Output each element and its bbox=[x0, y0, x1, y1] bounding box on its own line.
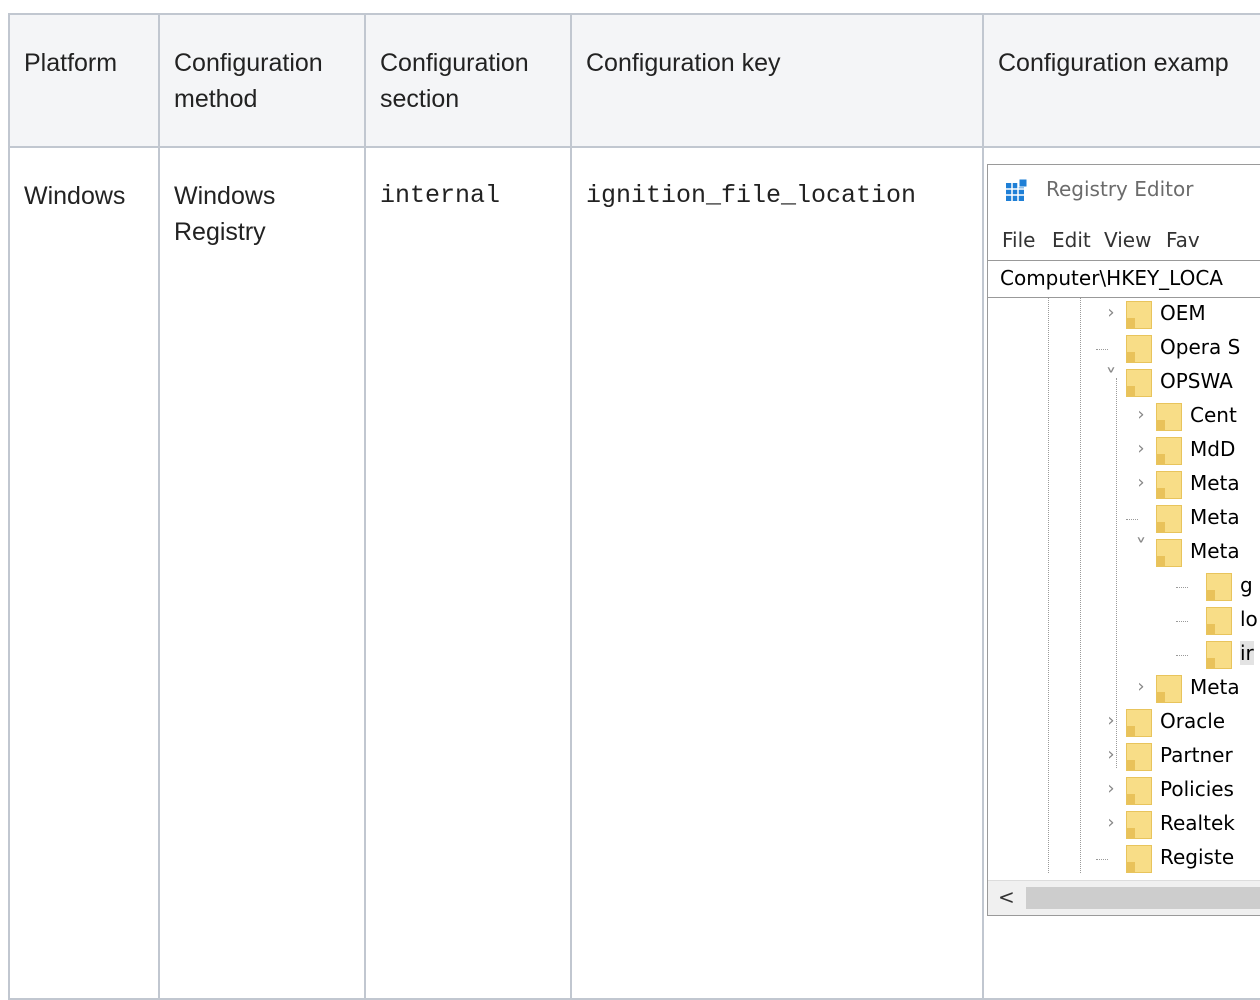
registry-title-bar: Registry Editor bbox=[988, 165, 1260, 213]
folder-icon bbox=[1126, 743, 1152, 771]
tree-item-label: Meta bbox=[1190, 471, 1240, 495]
folder-icon bbox=[1126, 709, 1152, 737]
chevron-right-icon[interactable]: › bbox=[1104, 812, 1118, 833]
folder-icon bbox=[1156, 505, 1182, 533]
chevron-right-icon[interactable]: › bbox=[1104, 710, 1118, 731]
tree-item[interactable]: › Realtek bbox=[988, 808, 1260, 842]
header-platform: Platform bbox=[8, 13, 160, 148]
folder-icon bbox=[1126, 335, 1152, 363]
folder-icon bbox=[1126, 301, 1152, 329]
tree-item[interactable]: › OEM bbox=[988, 298, 1260, 332]
folder-icon bbox=[1206, 607, 1232, 635]
scroll-thumb[interactable] bbox=[1026, 887, 1260, 909]
table-header-row: Platform Configuration method Configurat… bbox=[8, 13, 1260, 148]
tree-branch-line bbox=[1176, 655, 1188, 656]
menu-file[interactable]: File bbox=[1002, 228, 1035, 252]
tree-item-label: Registe bbox=[1160, 845, 1235, 869]
tree-item-label: Oracle bbox=[1160, 709, 1226, 733]
cell-platform: Windows bbox=[8, 146, 160, 1000]
registry-title: Registry Editor bbox=[1046, 177, 1194, 201]
tree-branch-line bbox=[1096, 859, 1108, 860]
folder-icon bbox=[1156, 437, 1182, 465]
tree-item[interactable]: Opera S bbox=[988, 332, 1260, 366]
chevron-down-icon[interactable]: ˅ bbox=[1104, 366, 1118, 391]
chevron-right-icon[interactable]: › bbox=[1104, 302, 1118, 323]
tree-item[interactable]: › Meta bbox=[988, 468, 1260, 502]
tree-item-label: Opera S bbox=[1160, 335, 1241, 359]
chevron-down-icon[interactable]: ˅ bbox=[1134, 536, 1148, 561]
folder-icon bbox=[1126, 811, 1152, 839]
menu-edit[interactable]: Edit bbox=[1052, 228, 1091, 252]
tree-item-label: lo bbox=[1240, 607, 1258, 631]
tree-item-label: Cent bbox=[1190, 403, 1237, 427]
address-text: Computer\HKEY_LOCA bbox=[1000, 266, 1223, 290]
tree-item[interactable]: lo bbox=[988, 604, 1260, 638]
tree-item[interactable]: › MdD bbox=[988, 434, 1260, 468]
tree-branch-line bbox=[1096, 349, 1108, 350]
tree-item[interactable]: › Cent bbox=[988, 400, 1260, 434]
cell-section: internal bbox=[364, 146, 572, 1000]
tree-branch-line bbox=[1176, 621, 1188, 622]
tree-item[interactable]: › Policies bbox=[988, 774, 1260, 808]
folder-icon bbox=[1126, 777, 1152, 805]
tree-item[interactable]: Meta bbox=[988, 502, 1260, 536]
cell-key: ignition_file_location bbox=[570, 146, 984, 1000]
tree-item[interactable]: g bbox=[988, 570, 1260, 604]
folder-icon bbox=[1126, 369, 1152, 397]
tree-item[interactable]: › Partner bbox=[988, 740, 1260, 774]
chevron-right-icon[interactable]: › bbox=[1104, 778, 1118, 799]
registry-address-bar[interactable]: Computer\HKEY_LOCA bbox=[988, 260, 1260, 298]
header-configuration-method: Configuration method bbox=[158, 13, 366, 148]
menu-view[interactable]: View bbox=[1104, 228, 1151, 252]
tree-item-label: g bbox=[1240, 573, 1253, 597]
tree-item[interactable]: Registe bbox=[988, 842, 1260, 876]
registry-editor-icon bbox=[1006, 179, 1028, 201]
tree-item-label: Policies bbox=[1160, 777, 1234, 801]
tree-branch-line bbox=[1176, 587, 1188, 588]
folder-icon bbox=[1156, 539, 1182, 567]
tree-item-label: OPSWA bbox=[1160, 369, 1233, 393]
tree-item-label: Realtek bbox=[1160, 811, 1235, 835]
folder-icon bbox=[1156, 403, 1182, 431]
folder-icon bbox=[1206, 573, 1232, 601]
tree-item[interactable]: ir bbox=[988, 638, 1260, 672]
horizontal-scrollbar[interactable]: < bbox=[988, 880, 1260, 915]
tree-item[interactable]: › Oracle bbox=[988, 706, 1260, 740]
header-configuration-key: Configuration key bbox=[570, 13, 984, 148]
tree-item-label: Meta bbox=[1190, 539, 1240, 563]
tree-item-label: MdD bbox=[1190, 437, 1236, 461]
folder-icon bbox=[1156, 675, 1182, 703]
menu-favorites[interactable]: Fav bbox=[1166, 228, 1200, 252]
registry-tree: › OEM Opera S ˅ OPSWA › Cent › MdD › Meta Meta ˅ Meta… bbox=[988, 298, 1260, 873]
tree-item[interactable]: ˅ OPSWA bbox=[988, 366, 1260, 400]
tree-item-label: OEM bbox=[1160, 301, 1206, 325]
tree-item-label: Meta bbox=[1190, 505, 1240, 529]
tree-item-label: Partner bbox=[1160, 743, 1233, 767]
clipped-top-text bbox=[0, 0, 1260, 14]
folder-icon bbox=[1126, 845, 1152, 873]
tree-item-label: Meta bbox=[1190, 675, 1240, 699]
header-configuration-example: Configuration examp bbox=[982, 13, 1260, 148]
registry-menu-bar: File Edit View Fav bbox=[988, 220, 1260, 260]
registry-editor-screenshot: Registry Editor File Edit View Fav Compu… bbox=[987, 164, 1260, 916]
chevron-right-icon[interactable]: › bbox=[1134, 438, 1148, 459]
tree-branch-line bbox=[1126, 519, 1138, 520]
tree-item[interactable]: › Meta bbox=[988, 672, 1260, 706]
folder-icon bbox=[1206, 641, 1232, 669]
chevron-right-icon[interactable]: › bbox=[1134, 472, 1148, 493]
chevron-right-icon[interactable]: › bbox=[1134, 676, 1148, 697]
scroll-left-icon[interactable]: < bbox=[998, 885, 1015, 909]
tree-item-label: ir bbox=[1240, 641, 1254, 665]
tree-item[interactable]: ˅ Meta bbox=[988, 536, 1260, 570]
chevron-right-icon[interactable]: › bbox=[1134, 404, 1148, 425]
chevron-right-icon[interactable]: › bbox=[1104, 744, 1118, 765]
folder-icon bbox=[1156, 471, 1182, 499]
cell-method: Windows Registry bbox=[158, 146, 366, 1000]
header-configuration-section: Configuration section bbox=[364, 13, 572, 148]
